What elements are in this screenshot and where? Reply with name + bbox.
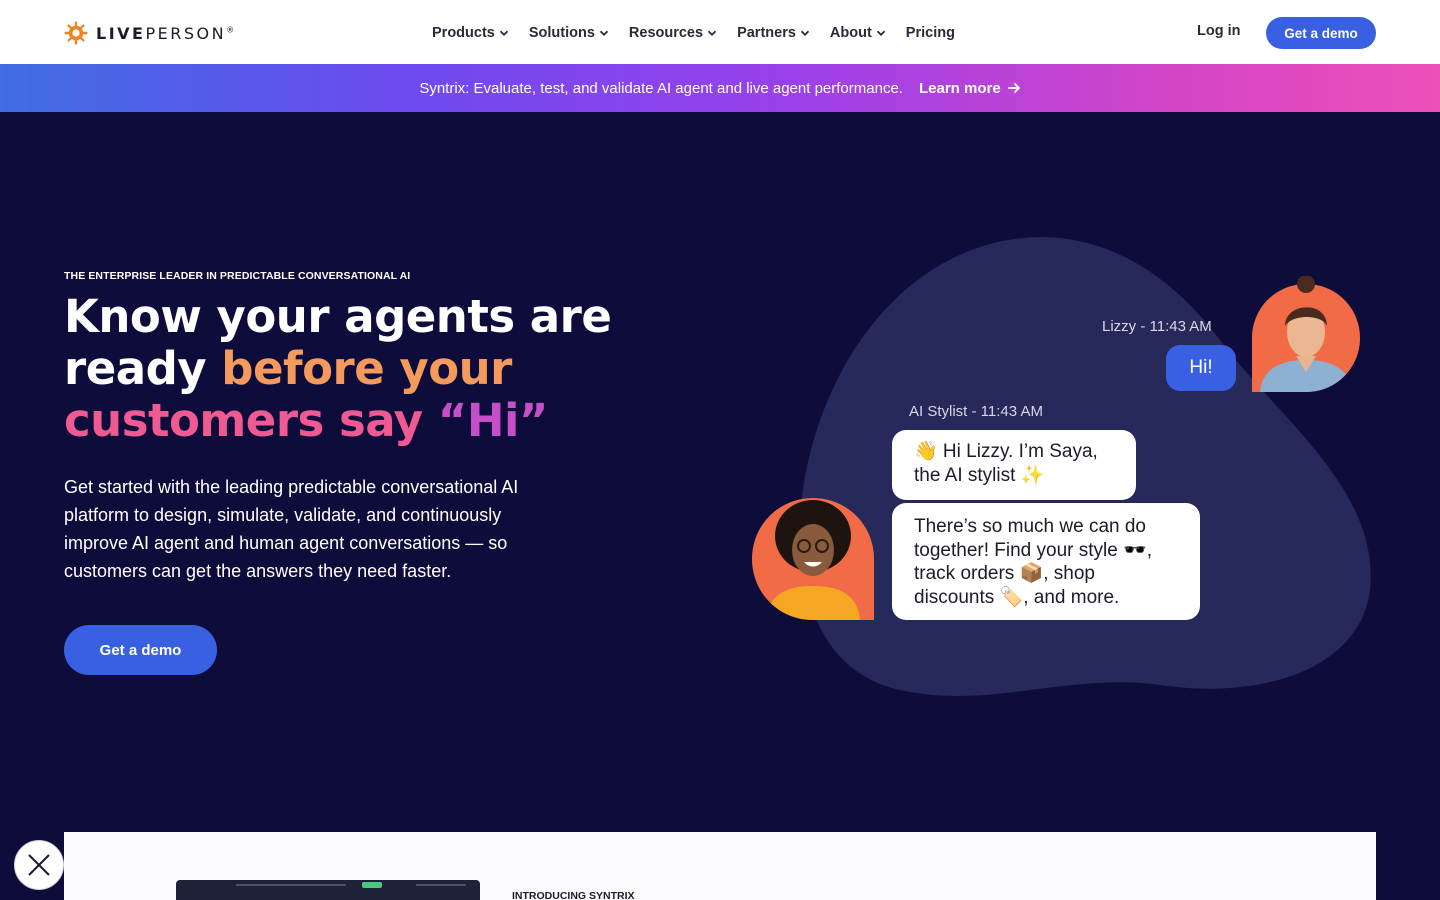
chevron-down-icon bbox=[707, 30, 717, 36]
chevron-down-icon bbox=[800, 30, 810, 36]
nav-about[interactable]: About bbox=[830, 25, 886, 41]
logo-wordmark: LIVEPERSON® bbox=[96, 23, 235, 43]
hero-eyebrow: THE ENTERPRISE LEADER IN PREDICTABLE CON… bbox=[64, 270, 411, 282]
learn-more-link[interactable]: Learn more bbox=[919, 80, 1021, 97]
syntrix-intro-card: INTRODUCING SYNTRIX bbox=[64, 832, 1376, 900]
nav-products[interactable]: Products bbox=[432, 25, 509, 41]
lizzy-message-meta: Lizzy - 11:43 AM bbox=[1102, 318, 1212, 335]
nav-solutions[interactable]: Solutions bbox=[529, 25, 609, 41]
headline-part-3: customers say bbox=[64, 394, 438, 447]
nav-partners[interactable]: Partners bbox=[737, 25, 810, 41]
headline-part-4: “Hi” bbox=[437, 394, 549, 447]
thumb-nav-bar bbox=[236, 884, 346, 886]
login-link[interactable]: Log in bbox=[1197, 23, 1241, 39]
headline-part-2: before your bbox=[221, 342, 512, 395]
hero-get-demo-button[interactable]: Get a demo bbox=[64, 625, 217, 675]
chevron-down-icon bbox=[499, 30, 508, 36]
site-header: LIVEPERSON® Products Solutions Resources… bbox=[0, 0, 1440, 64]
nav-label: Partners bbox=[737, 25, 796, 41]
stylist-message-meta: AI Stylist - 11:43 AM bbox=[909, 403, 1043, 420]
hero-headline: Know your agents are ready before your c… bbox=[64, 291, 624, 447]
stylist-message-bubble-2: There’s so much we can do together! Find… bbox=[892, 503, 1200, 620]
liveperson-logo[interactable]: LIVEPERSON® bbox=[64, 20, 234, 46]
lizzy-message-bubble: Hi! bbox=[1166, 345, 1236, 391]
announcement-banner: Syntrix: Evaluate, test, and validate AI… bbox=[0, 64, 1440, 112]
nav-label: Resources bbox=[628, 25, 704, 41]
close-icon bbox=[28, 854, 50, 876]
syntrix-product-screenshot bbox=[176, 880, 480, 900]
nav-label: About bbox=[829, 25, 872, 41]
lizzy-avatar bbox=[1252, 276, 1360, 392]
chevron-down-icon bbox=[599, 30, 609, 36]
main-nav: Products Solutions Resources Partners Ab… bbox=[432, 22, 975, 44]
stylist-message-bubble-1: 👋 Hi Lizzy. I’m Saya, the AI stylist ✨ bbox=[892, 430, 1136, 500]
close-button[interactable] bbox=[14, 840, 64, 890]
nav-label: Pricing bbox=[905, 25, 955, 41]
nav-label: Solutions bbox=[528, 25, 595, 41]
chevron-down-icon bbox=[876, 30, 885, 36]
nav-label: Products bbox=[432, 25, 495, 41]
nav-resources[interactable]: Resources bbox=[629, 25, 717, 41]
banner-text: Syntrix: Evaluate, test, and validate AI… bbox=[419, 79, 903, 97]
saya-avatar bbox=[752, 498, 874, 620]
thumb-status-pill bbox=[362, 882, 382, 888]
liveperson-sun-icon bbox=[64, 21, 88, 45]
thumb-nav-bar bbox=[416, 884, 466, 886]
get-demo-button[interactable]: Get a demo bbox=[1266, 17, 1376, 49]
hero-body: Get started with the leading predictable… bbox=[64, 477, 519, 581]
arrow-right-icon bbox=[1007, 82, 1020, 94]
syntrix-eyebrow: INTRODUCING SYNTRIX bbox=[512, 890, 635, 900]
nav-pricing[interactable]: Pricing bbox=[906, 25, 955, 41]
learn-more-label: Learn more bbox=[918, 79, 1001, 97]
